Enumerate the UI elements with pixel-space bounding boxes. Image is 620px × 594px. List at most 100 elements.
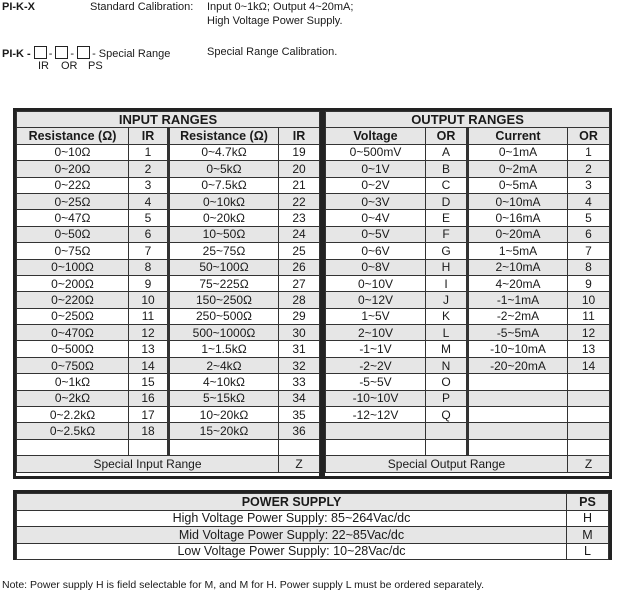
code-cell: Q [425, 406, 469, 424]
table-row: 0~2.2kΩ 17 10~20kΩ 35 [16, 406, 321, 424]
range-cell: 0~2mA [467, 160, 568, 178]
range-cell: -5~5V [325, 373, 426, 391]
code-cell: M [425, 340, 469, 358]
code-cell: 4 [566, 192, 611, 211]
code-cell: D [425, 192, 469, 211]
range-cell: 0~16mA [467, 209, 568, 227]
code-cell: 12 [566, 324, 611, 342]
range-cell [16, 438, 129, 457]
table-row: 0~50Ω 6 10~50Ω 24 [16, 225, 321, 244]
power-supply-code: H [566, 509, 609, 527]
special-range-label: Special Output Range [325, 455, 568, 473]
range-cell: 15~20kΩ [168, 422, 279, 440]
code-cell: 20 [277, 160, 321, 178]
code-cell: A [425, 143, 469, 162]
output-ranges-title: OUTPUT RANGES [324, 110, 611, 129]
special-model-code: PI-K - - - - Special Range [2, 46, 170, 61]
code-cell: 19 [277, 143, 321, 162]
table-row: 0~22Ω 3 0~7.5kΩ 21 [16, 176, 321, 194]
range-cell: 0~10V [325, 274, 426, 293]
ps-code-box [77, 46, 91, 59]
range-cell: -1~1mA [467, 291, 568, 309]
range-cell: -10~10V [325, 389, 426, 408]
range-cell: 0~20mA [467, 225, 568, 244]
table-row: 0~2kΩ 16 5~15kΩ 34 [16, 389, 321, 408]
range-cell: 0~5mA [467, 176, 568, 194]
range-cell: 0~100Ω [16, 258, 129, 276]
table-row: 0~75Ω 7 25~75Ω 25 [16, 242, 321, 260]
range-cell: 1~5mA [467, 242, 568, 260]
standard-model-code: PI-K-X [2, 1, 35, 13]
range-cell: 0~1mA [467, 143, 568, 162]
range-cell: 2~4kΩ [168, 356, 279, 375]
table-row: 0~470Ω 12 500~1000Ω 30 [16, 324, 321, 342]
special-range-row: Special Input Range Z [16, 455, 321, 473]
code-cell: O [425, 373, 469, 391]
code-cell: C [425, 176, 469, 194]
range-cell [168, 438, 279, 457]
code-cell: 8 [128, 258, 170, 276]
range-cell: 0~47Ω [16, 209, 129, 227]
table-row: 0~500mV A 0~1mA 1 [325, 143, 611, 162]
range-cell: 0~75Ω [16, 242, 129, 260]
range-cell: 0~2.2kΩ [16, 406, 129, 424]
range-cell: -2~2mA [467, 307, 568, 326]
range-cell: 2~10mA [467, 258, 568, 276]
code-cell [425, 438, 469, 457]
table-row: 0~20Ω 2 0~5kΩ 20 [16, 160, 321, 178]
code-cell: K [425, 307, 469, 326]
power-supply-row: Mid Voltage Power Supply: 22~85Vac/dc M [16, 526, 609, 544]
code-cell: L [425, 324, 469, 342]
range-cell: 0~3V [325, 192, 426, 211]
code-cell: G [425, 242, 469, 260]
range-cell: 5~15kΩ [168, 389, 279, 408]
table-row: 0~10Ω 1 0~4.7kΩ 19 [16, 143, 321, 162]
code-cell: 7 [566, 242, 611, 260]
range-cell: -20~20mA [467, 356, 568, 375]
or-code-label: OR [61, 60, 78, 72]
ir-code-box [33, 46, 47, 59]
code-cell: E [425, 209, 469, 227]
code-cell: 32 [277, 356, 321, 375]
standard-calibration-desc-2: High Voltage Power Supply. [207, 15, 343, 27]
range-cell: 0~6V [325, 242, 426, 260]
ranges-table: INPUT RANGES Resistance (Ω) IR Resistanc… [13, 108, 612, 479]
column-header: IR [277, 127, 321, 145]
range-cell: 0~2kΩ [16, 389, 129, 408]
code-cell: 9 [128, 274, 170, 293]
separator: - [48, 48, 53, 60]
table-row [16, 438, 321, 457]
range-cell: 150~250Ω [168, 291, 279, 309]
range-cell: 0~7.5kΩ [168, 176, 279, 194]
code-cell: 5 [566, 209, 611, 227]
code-cell: 2 [128, 160, 170, 178]
code-cell [277, 438, 321, 457]
ps-column-header: PS [566, 493, 609, 511]
code-cell: 3 [128, 176, 170, 194]
table-row: -2~2V N -20~20mA 14 [325, 356, 611, 375]
or-code-box [55, 46, 69, 59]
table-row [325, 438, 611, 457]
code-cell: 1 [128, 143, 170, 162]
table-row: 0~10V I 4~20mA 9 [325, 274, 611, 293]
range-cell [325, 438, 426, 457]
table-row: 0~1V B 0~2mA 2 [325, 160, 611, 178]
footnote: Note: Power supply H is field selectable… [2, 579, 485, 591]
range-cell [467, 422, 568, 440]
code-cell [566, 438, 611, 457]
code-cell: 29 [277, 307, 321, 326]
table-row: 0~220Ω 10 150~250Ω 28 [16, 291, 321, 309]
table-row: 0~25Ω 4 0~10kΩ 22 [16, 192, 321, 211]
table-row: 2~10V L -5~5mA 12 [325, 324, 611, 342]
code-cell: 14 [566, 356, 611, 375]
separator: - [70, 48, 75, 60]
range-cell [467, 406, 568, 424]
special-calibration-desc: Special Range Calibration. [207, 46, 338, 58]
range-cell: -5~5mA [467, 324, 568, 342]
code-cell [566, 422, 611, 440]
input-ranges-table: INPUT RANGES Resistance (Ω) IR Resistanc… [15, 110, 321, 476]
table-row: 0~6V G 1~5mA 7 [325, 242, 611, 260]
range-cell: 10~50Ω [168, 225, 279, 244]
power-supply-table: POWER SUPPLY PS High Voltage Power Suppl… [13, 490, 612, 560]
power-supply-label: Mid Voltage Power Supply: 22~85Vac/dc [16, 526, 567, 544]
